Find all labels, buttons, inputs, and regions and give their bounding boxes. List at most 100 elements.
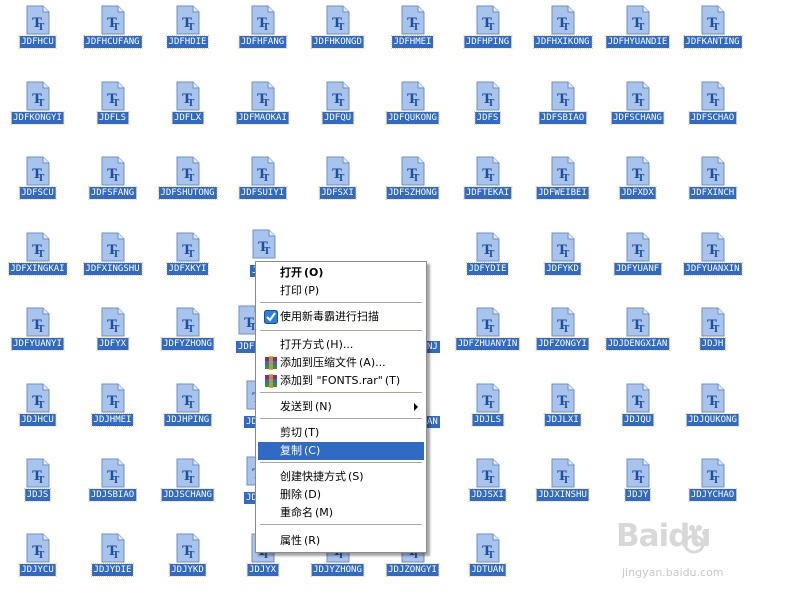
font-file-item[interactable]: T T JDJYDIE [75, 528, 150, 602]
menu-item-open-with[interactable]: 打开方式 (H)... [258, 336, 424, 354]
font-file-item[interactable]: T T JDFWEIBEI [525, 151, 600, 225]
paw-icon [682, 525, 708, 554]
svg-text:T: T [113, 476, 120, 486]
menu-item-add-fonts-rar[interactable]: 添加到 "FONTS.rar" (T) [258, 372, 424, 390]
file-name-label: JDFXINGKAI [7, 262, 68, 276]
file-name-label-partial[interactable]: AN [425, 416, 440, 428]
font-file-item[interactable]: T T JDFSBIAO [525, 76, 600, 150]
font-file-item[interactable]: T T JDJDENGXIAN [600, 302, 675, 376]
font-file-item[interactable]: T T JDFLX [150, 76, 225, 150]
font-file-item[interactable]: T T JDFXINGKAI [0, 227, 75, 301]
menu-item-delete[interactable]: 删除 (D) [258, 486, 424, 504]
file-name-label: JDFYUANYI [10, 337, 65, 351]
font-file-item[interactable]: T T JDFXINCH [675, 151, 750, 225]
font-file-item[interactable]: T T JDJYKD [150, 528, 225, 602]
svg-text:T: T [563, 174, 570, 184]
menu-item-properties[interactable]: 属性 (R) [258, 532, 424, 550]
font-file-item[interactable]: T T JDFHKONGD [300, 0, 375, 74]
svg-text:T: T [113, 250, 120, 260]
file-name-label: JDFXINCH [687, 186, 738, 200]
font-file-item[interactable]: T T JDJSCHANG [150, 453, 225, 527]
font-file-item[interactable]: T T JDJLXI [525, 378, 600, 452]
menu-item-label: 删除 [280, 488, 302, 501]
font-file-icon: TT [701, 232, 725, 262]
font-file-item[interactable]: T T JDFSFANG [75, 151, 150, 225]
font-file-item[interactable]: T T JDFYX [75, 302, 150, 376]
font-file-item[interactable]: T T JDFXDX [600, 151, 675, 225]
font-file-item[interactable]: T T JDJYCU [0, 528, 75, 602]
font-file-item[interactable]: T T JDFHDIE [150, 0, 225, 74]
menu-item-scan[interactable]: 使用新毒霸进行扫描 [258, 308, 424, 326]
font-file-item[interactable]: T T JDFSZHONG [375, 151, 450, 225]
svg-text:T: T [563, 476, 570, 486]
font-file-item[interactable]: T T JDFYDIE [450, 227, 525, 301]
menu-item-send-to[interactable]: 发送到 (N) [258, 398, 424, 416]
svg-text:T: T [488, 551, 495, 561]
font-file-item[interactable]: T T JDFQU [300, 76, 375, 150]
menu-item-copy[interactable]: 复制 (C) [258, 442, 424, 460]
file-name-label: JDJLXI [543, 413, 582, 427]
font-file-icon: TT [176, 458, 200, 488]
font-file-item[interactable]: T T JDFYUANYI [0, 302, 75, 376]
font-file-item[interactable]: T T JDFHCU [0, 0, 75, 74]
file-name-label: JDFHDIE [165, 35, 210, 49]
font-file-item[interactable]: T T JDFHXIKONG [525, 0, 600, 74]
menu-item-cut[interactable]: 剪切 (T) [258, 424, 424, 442]
menu-item-print[interactable]: 打印 (P) [258, 282, 424, 300]
font-file-item[interactable]: T T JDJY [600, 453, 675, 527]
menu-item-rename[interactable]: 重命名 (M) [258, 504, 424, 522]
font-file-item[interactable]: T T JDFSCHAO [675, 76, 750, 150]
font-file-item[interactable]: T T JDJSBIAO [75, 453, 150, 527]
font-file-item[interactable]: T T JDJQUKONG [675, 378, 750, 452]
font-file-item[interactable]: T T JDJLS [450, 378, 525, 452]
font-file-item[interactable]: T T JDFSXI [300, 151, 375, 225]
font-file-item[interactable]: T T JDJSXI [450, 453, 525, 527]
font-file-item[interactable]: T T JDFMAOKAI [225, 76, 300, 150]
font-file-item[interactable]: T T JDFLS [75, 76, 150, 150]
context-menu: 打开 (O) 打印 (P) 使用新毒霸进行扫描 打开方式 (H)... 添加到压缩文件 (A).… [255, 261, 427, 553]
font-file-item[interactable]: T T JDFYUANF [600, 227, 675, 301]
file-name-label: JDJSCHANG [160, 488, 215, 502]
font-file-item[interactable]: T T JDJS [0, 453, 75, 527]
font-file-item[interactable]: T T JDFXINGSHU [75, 227, 150, 301]
font-file-item[interactable]: T T JDFQUKONG [375, 76, 450, 150]
font-file-item[interactable]: T T JDFS [450, 76, 525, 150]
font-file-item[interactable]: T T JDJHCU [0, 378, 75, 452]
font-file-item[interactable]: T T JDFSHUTONG [150, 151, 225, 225]
menu-item-open[interactable]: 打开 (O) [258, 264, 424, 282]
font-file-item[interactable]: T T JDFSUIYI [225, 151, 300, 225]
font-file-item[interactable]: T T JDJQU [600, 378, 675, 452]
font-file-item[interactable]: T T JDFYZHONG [150, 302, 225, 376]
font-file-item[interactable]: T T JDFYUANXIN [675, 227, 750, 301]
font-file-item[interactable]: T T JDFKANTING [675, 0, 750, 74]
font-file-item[interactable]: T T JDFHCUFANG [75, 0, 150, 74]
svg-text:T: T [713, 250, 720, 260]
font-file-item[interactable]: T T JDFSCHANG [600, 76, 675, 150]
font-file-icon: TT [476, 232, 500, 262]
file-name-label: JDFSCU [18, 186, 57, 200]
file-name-label-partial[interactable]: NJ [425, 341, 440, 353]
file-name-label: JDJSXI [468, 488, 507, 502]
font-file-item[interactable]: T T JDJHMEI [75, 378, 150, 452]
svg-text:T: T [413, 174, 420, 184]
font-file-item[interactable]: T T JDFTEKAI [450, 151, 525, 225]
font-file-item[interactable]: T T JDFZONGYI [525, 302, 600, 376]
font-file-icon: TT [26, 307, 50, 337]
font-file-item[interactable]: T T JDFYKD [525, 227, 600, 301]
font-file-item[interactable]: T T JDJXINSHU [525, 453, 600, 527]
font-file-item[interactable]: T T JDJHPING [150, 378, 225, 452]
menu-item-create-shortcut[interactable]: 创建快捷方式 (S) [258, 468, 424, 486]
font-file-item[interactable]: T T JDJYCHAO [675, 453, 750, 527]
font-file-item[interactable]: T T JDTUAN [450, 528, 525, 602]
font-file-item[interactable]: T T JDFHYUANDIE [600, 0, 675, 74]
font-file-item[interactable]: T T JDFHPING [450, 0, 525, 74]
font-file-item[interactable]: T T JDJH [675, 302, 750, 376]
font-file-item[interactable]: T T JDFZHUANYIN [450, 302, 525, 376]
font-file-icon: TT [101, 458, 125, 488]
font-file-item[interactable]: T T JDFXKYI [150, 227, 225, 301]
font-file-item[interactable]: T T JDFHMEI [375, 0, 450, 74]
font-file-item[interactable]: T T JDFHFANG [225, 0, 300, 74]
font-file-item[interactable]: T T JDFSCU [0, 151, 75, 225]
menu-item-add-archive[interactable]: 添加到压缩文件 (A)... [258, 354, 424, 372]
font-file-item[interactable]: T T JDFKONGYI [0, 76, 75, 150]
